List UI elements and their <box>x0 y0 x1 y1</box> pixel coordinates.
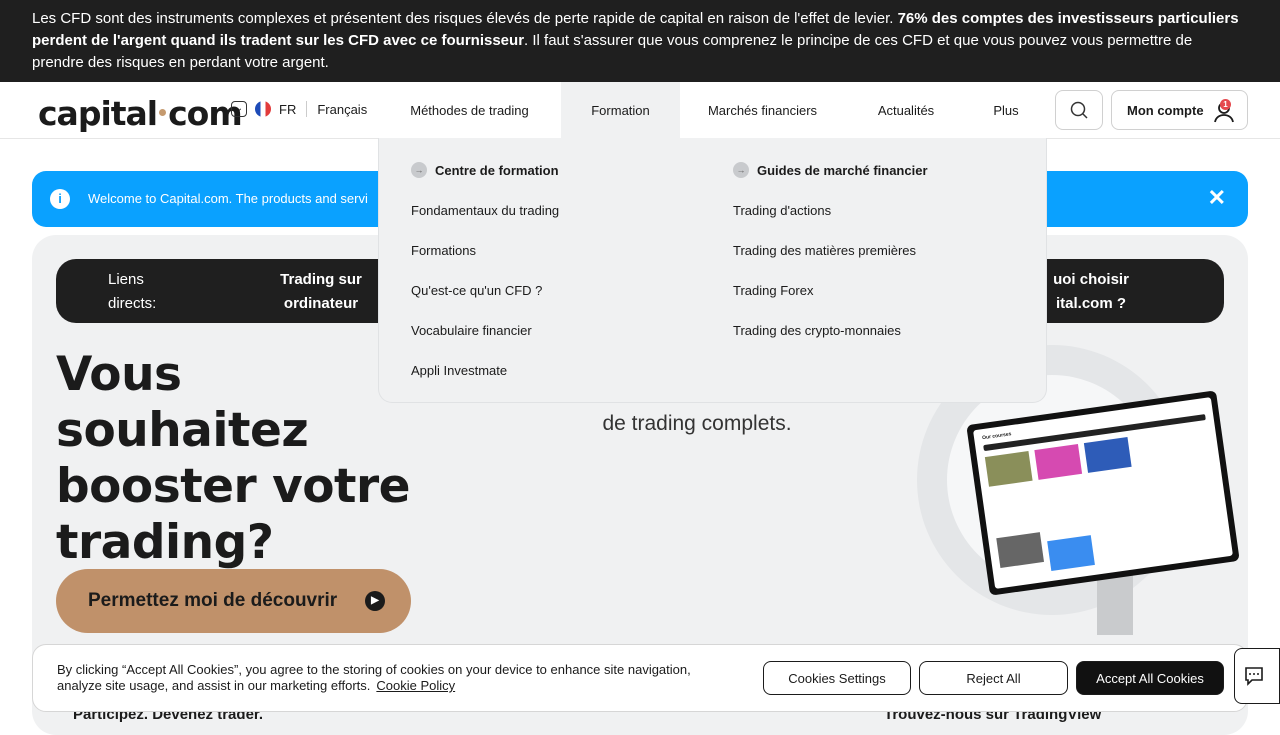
nav-item-markets[interactable]: Marchés financiers <box>694 82 831 138</box>
notification-badge: 1 <box>1220 99 1231 110</box>
heading-label: Centre de formation <box>435 162 559 178</box>
language-name[interactable]: Français <box>317 102 367 117</box>
quick-link-desktop-trading[interactable]: Trading sur ordinateur <box>276 268 366 316</box>
account-label: Mon compte <box>1127 102 1204 118</box>
logo-dot <box>159 109 167 116</box>
dropdown-item[interactable]: Trading Forex <box>733 283 813 298</box>
reject-all-button[interactable]: Reject All <box>919 661 1068 695</box>
monitor-screen: Our courses <box>973 397 1233 589</box>
nav-item-more[interactable]: Plus <box>980 82 1032 138</box>
info-icon: i <box>50 189 70 209</box>
nav-item-trading-methods[interactable]: Méthodes de trading <box>389 82 550 138</box>
dropdown-item[interactable]: Formations <box>411 243 476 258</box>
dropdown-item[interactable]: Trading des matières premières <box>733 243 916 258</box>
logo-text: capital <box>38 94 158 133</box>
my-account-button[interactable]: Mon compte 1 <box>1111 90 1248 130</box>
arrow-right-icon: → <box>411 162 427 178</box>
screen-card <box>1083 437 1132 473</box>
chat-button[interactable] <box>1234 648 1280 704</box>
arrow-right-icon: → <box>733 162 749 178</box>
logo[interactable]: capital com <box>38 94 243 133</box>
dropdown-item[interactable]: Fondamentaux du trading <box>411 203 559 218</box>
dropdown-item[interactable]: Trading d'actions <box>733 203 831 218</box>
search-button[interactable] <box>1055 90 1103 130</box>
cookie-consent-banner: By clicking “Accept All Cookies”, you ag… <box>32 644 1248 712</box>
chevron-down-icon[interactable]: ⌄ <box>231 101 247 117</box>
cookie-text: By clicking “Accept All Cookies”, you ag… <box>57 662 691 693</box>
play-arrow-icon: ▶ <box>365 591 385 611</box>
dropdown-item[interactable]: Trading des crypto-monnaies <box>733 323 901 338</box>
hero-subtext: de trading complets. <box>602 412 792 435</box>
france-flag-icon <box>255 101 271 117</box>
monitor-stand <box>1097 575 1133 635</box>
screen-card <box>1047 535 1095 571</box>
risk-warning-banner: Les CFD sont des instruments complexes e… <box>0 0 1280 82</box>
dropdown-item[interactable]: Qu'est-ce qu'un CFD ? <box>411 283 542 298</box>
risk-text: Les CFD sont des instruments complexes e… <box>32 10 898 27</box>
dropdown-heading-market-guides[interactable]: → Guides de marché financier <box>733 162 928 178</box>
monitor-image: Our courses <box>966 390 1240 596</box>
language-selector[interactable]: ⌄ FR Français <box>231 101 367 117</box>
cookie-text-block: By clicking “Accept All Cookies”, you ag… <box>57 662 737 694</box>
screen-card <box>1034 444 1083 480</box>
search-icon <box>1070 101 1088 119</box>
language-code: FR <box>279 101 297 117</box>
dropdown-item[interactable]: Vocabulaire financier <box>411 323 532 338</box>
heading-label: Guides de marché financier <box>757 162 928 178</box>
quick-link-why-capital[interactable]: uoi choisir ital.com ? <box>1031 268 1151 316</box>
screen-title: Our courses <box>981 431 1012 442</box>
formation-dropdown-menu: → Centre de formation Fondamentaux du tr… <box>378 138 1047 403</box>
hero-headline: Vous souhaitez booster votre trading? <box>56 347 411 570</box>
main-navbar: capital com ⌄ FR Français Méthodes de tra… <box>0 82 1280 139</box>
dropdown-item[interactable]: Appli Investmate <box>411 363 507 378</box>
divider <box>306 101 308 117</box>
nav-item-formation[interactable]: Formation <box>561 82 680 138</box>
welcome-text: Welcome to Capital.com. The products and… <box>88 191 368 206</box>
dropdown-heading-education-center[interactable]: → Centre de formation <box>411 162 559 178</box>
close-icon[interactable]: ✕ <box>1208 185 1226 211</box>
chat-icon <box>1245 667 1263 686</box>
nav-item-news[interactable]: Actualités <box>860 82 952 138</box>
screen-card <box>984 450 1033 487</box>
quick-links-label: Liens directs: <box>108 271 157 312</box>
cookie-policy-link[interactable]: Cookie Policy <box>376 678 455 693</box>
screen-card <box>996 532 1045 569</box>
discover-button[interactable]: Permettez moi de découvrir ▶ <box>56 569 411 633</box>
discover-label: Permettez moi de découvrir <box>88 590 338 611</box>
cookies-settings-button[interactable]: Cookies Settings <box>763 661 911 695</box>
accept-all-cookies-button[interactable]: Accept All Cookies <box>1076 661 1224 695</box>
